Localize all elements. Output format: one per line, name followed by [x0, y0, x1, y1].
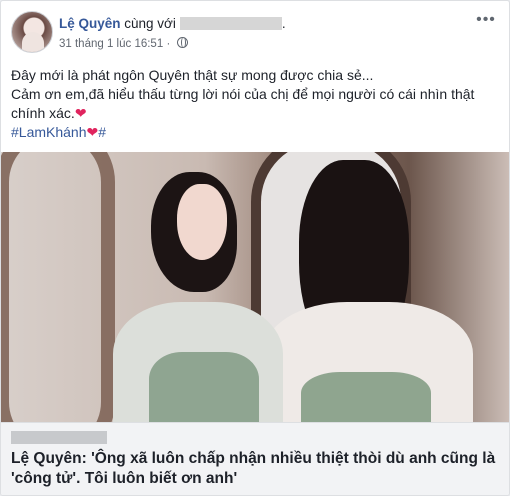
post-meta: 31 tháng 1 lúc 16:51 ·: [59, 37, 189, 50]
post-text-line-2: Cảm ơn em,đã hiểu thấu từng lời nói của …: [11, 85, 491, 123]
more-horizontal-icon: •••: [476, 11, 496, 28]
avatar[interactable]: [11, 11, 53, 53]
link-preview[interactable]: Lệ Quyên: 'Ông xã luôn chấp nhận nhiều t…: [1, 422, 509, 495]
redacted-tagged-user: [179, 17, 282, 30]
heart-icon: ❤: [86, 124, 99, 140]
post-text-line-3: #LamKhánh❤#: [11, 123, 491, 142]
photo-figure-body: [149, 352, 259, 422]
hashtag-link[interactable]: #LamKhánh: [11, 124, 87, 140]
post-card: Lệ Quyên cùng với. 31 tháng 1 lúc 16:51 …: [0, 0, 510, 496]
author-line: Lệ Quyên cùng với.: [59, 16, 286, 31]
author-name[interactable]: Lệ Quyên: [59, 16, 121, 31]
post-body: Đây mới là phát ngôn Quyên thật sự mong …: [11, 66, 491, 142]
redacted-link-source: [11, 431, 107, 444]
link-title[interactable]: Lệ Quyên: 'Ông xã luôn chấp nhận nhiều t…: [11, 449, 501, 489]
heart-icon: ❤: [74, 105, 87, 121]
hash-symbol[interactable]: #: [98, 124, 106, 140]
globe-icon[interactable]: [177, 37, 189, 48]
with-text: cùng với: [124, 16, 176, 31]
post-photo[interactable]: [1, 152, 509, 422]
photo-figure-reflection-body: [301, 372, 431, 422]
post-header: Lệ Quyên cùng với. 31 tháng 1 lúc 16:51 …: [11, 11, 501, 61]
meta-separator: ·: [166, 38, 171, 50]
timestamp[interactable]: 31 tháng 1 lúc 16:51: [59, 38, 163, 50]
photo-frame-left: [1, 152, 115, 422]
photo-figure-face: [177, 184, 227, 260]
more-options-button[interactable]: •••: [475, 12, 497, 29]
post-text-line-1: Đây mới là phát ngôn Quyên thật sự mong …: [11, 67, 374, 83]
